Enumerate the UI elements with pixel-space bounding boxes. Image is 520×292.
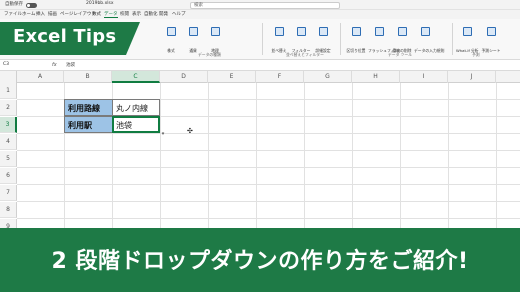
geography-icon [210, 27, 220, 36]
column-header-a[interactable]: A [17, 71, 64, 83]
row-header-2[interactable]: 2 [0, 100, 17, 116]
row-header-6[interactable]: 6 [0, 168, 17, 184]
title-bar: 自動保存 2019bb.xlsx 検索 [0, 0, 520, 10]
tab-view[interactable]: 表示 [132, 11, 141, 17]
tab-home[interactable]: ホーム [22, 11, 35, 17]
forecast-icon [486, 27, 496, 36]
dropdown-arrow-icon[interactable]: ▾ [160, 131, 166, 137]
gridline [256, 83, 257, 228]
column-header-j[interactable]: J [448, 71, 496, 83]
gridline [400, 83, 401, 228]
row-header-1[interactable]: 1 [0, 83, 17, 99]
what-if-icon [462, 27, 472, 36]
name-box[interactable]: C3 [3, 62, 33, 69]
cell-c3-active[interactable]: 池袋 [112, 116, 160, 133]
row-header-5[interactable]: 5 [0, 151, 17, 167]
ribbon-button-data-validation[interactable]: データの入力規則 [414, 27, 444, 56]
search-placeholder: 検索 [194, 2, 203, 8]
ribbon-button-forecast[interactable]: 予測シート [480, 27, 502, 56]
advanced-filter-icon [318, 27, 328, 36]
formula-input[interactable]: 池袋 [66, 62, 75, 68]
select-all-corner[interactable] [0, 71, 17, 83]
column-header-i[interactable]: I [400, 71, 448, 83]
tab-automate[interactable]: 自動化 [144, 11, 158, 17]
column-header-f[interactable]: F [256, 71, 304, 83]
column-header-h[interactable]: H [352, 71, 400, 83]
row-header-4[interactable]: 4 [0, 134, 17, 150]
remove-duplicates-icon [397, 27, 407, 36]
gridline [17, 201, 520, 202]
row-header-9[interactable]: 9 [0, 219, 17, 228]
file-name: 2019bb.xlsx [86, 1, 114, 6]
cell-b3[interactable]: 利用駅 [64, 116, 113, 133]
fx-icon[interactable]: fx [52, 62, 57, 68]
excel-tips-banner: Excel Tips [0, 22, 140, 55]
stocks-icon [166, 27, 176, 36]
column-header-b[interactable]: B [64, 71, 112, 83]
gridline [17, 133, 520, 134]
ribbon-button-stocks[interactable]: 株式 [160, 27, 182, 56]
worksheet-grid[interactable]: A B C D E F G H I J 1 2 3 4 5 6 7 8 9 利用… [0, 71, 520, 228]
cell-b2[interactable]: 利用路線 [64, 99, 113, 116]
row-header-7[interactable]: 7 [0, 185, 17, 201]
row-header-3[interactable]: 3 [0, 117, 17, 133]
autosave-toggle[interactable] [26, 2, 37, 8]
tab-insert[interactable]: 挿入 [36, 11, 45, 17]
tab-page-layout[interactable]: ページレイアウト [60, 11, 96, 17]
gridline [17, 150, 520, 151]
gridline [208, 83, 209, 228]
cursor-icon: ✣ [187, 127, 193, 135]
gridline [17, 184, 520, 185]
tab-data[interactable]: データ [104, 11, 118, 18]
tab-draw[interactable]: 描画 [48, 11, 57, 17]
excel-tips-title: Excel Tips [13, 26, 117, 47]
gridline [448, 83, 449, 228]
row-header-8[interactable]: 8 [0, 202, 17, 218]
column-header-g[interactable]: G [304, 71, 352, 83]
flash-fill-icon [374, 27, 384, 36]
ribbon-separator [452, 23, 453, 55]
gridline [17, 167, 520, 168]
sort-icon [274, 27, 284, 36]
group-data-tools: データ ツール [388, 52, 412, 57]
tab-developer[interactable]: 開発 [159, 11, 168, 17]
column-headers: A B C D E F G H I J [0, 71, 520, 83]
filter-icon [296, 27, 306, 36]
column-header-c[interactable]: C [112, 71, 160, 83]
autosave-label: 自動保存 [5, 2, 23, 7]
caption-banner: 2 段階ドロップダウンの作り方をご紹介! [0, 228, 520, 292]
text-to-columns-icon [351, 27, 361, 36]
ribbon-button-flash-fill[interactable]: フラッシュフィル [368, 27, 398, 56]
tab-file[interactable]: ファイル [4, 11, 22, 17]
group-sort-filter: 並べ替えとフィルター [286, 52, 324, 57]
tab-help[interactable]: ヘルプ [172, 11, 186, 17]
gridline [352, 83, 353, 228]
data-validation-icon [420, 27, 430, 36]
caption-text: 2 段階ドロップダウンの作り方をご紹介! [51, 249, 469, 274]
gridline [160, 83, 161, 228]
formula-bar: C3 fx 池袋 [0, 60, 520, 71]
ribbon-tabs: ファイル ホーム 挿入 描画 ページレイアウト 数式 データ 校閲 表示 自動化… [0, 10, 520, 19]
ribbon-button-text-to-columns[interactable]: 区切り位置 [345, 27, 367, 56]
gridline [496, 83, 497, 228]
cell-c2[interactable]: 丸ノ内線 [112, 99, 160, 116]
ribbon-separator [262, 23, 263, 55]
group-forecast: 予測 [472, 52, 480, 57]
gridline [304, 83, 305, 228]
tab-formulas[interactable]: 数式 [92, 11, 101, 17]
ribbon-separator [340, 23, 341, 55]
search-box[interactable]: 検索 [190, 1, 340, 9]
tab-review[interactable]: 校閲 [120, 11, 129, 17]
gridline [17, 218, 520, 219]
group-data-types: データの種類 [198, 52, 221, 57]
column-header-d[interactable]: D [160, 71, 208, 83]
currency-icon [188, 27, 198, 36]
column-header-e[interactable]: E [208, 71, 256, 83]
